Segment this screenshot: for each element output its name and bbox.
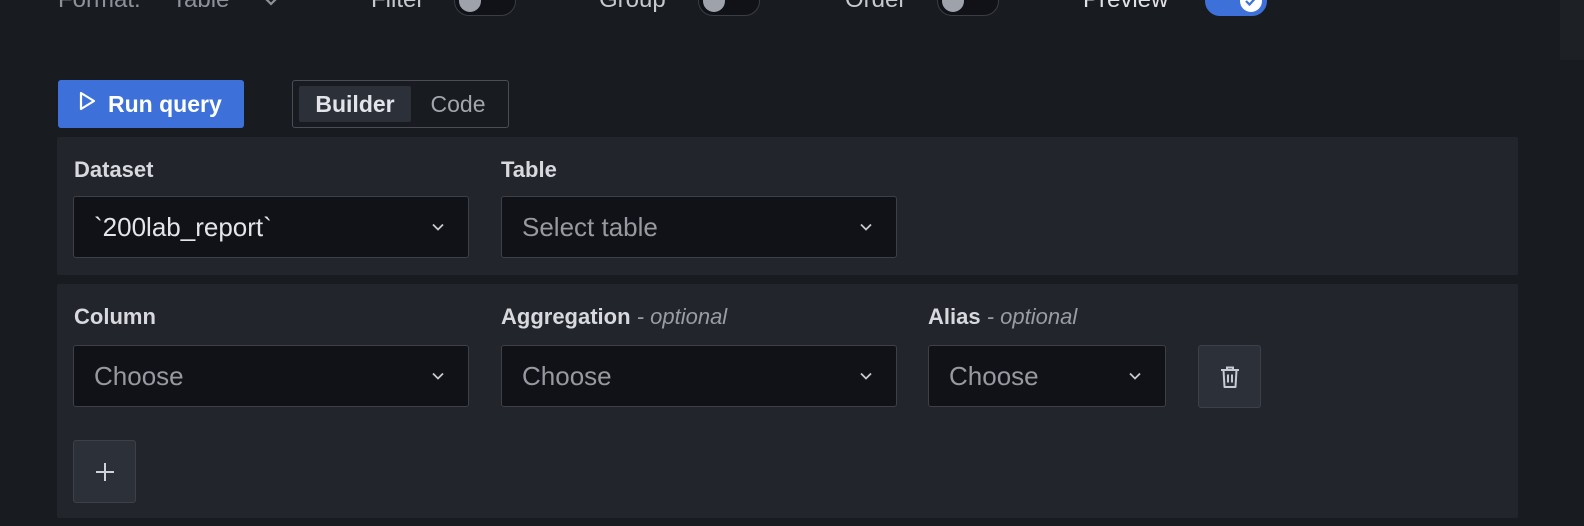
scrollbar[interactable] bbox=[1560, 0, 1584, 60]
source-panel: Dataset `200lab_report` Table Select tab… bbox=[57, 137, 1518, 275]
tab-builder[interactable]: Builder bbox=[299, 86, 411, 122]
dataset-label: Dataset bbox=[74, 157, 154, 182]
aggregation-label: Aggregation - optional bbox=[501, 304, 727, 330]
format-value[interactable]: Table bbox=[172, 0, 229, 14]
dataset-value: `200lab_report` bbox=[94, 211, 272, 242]
filter-label: Filter bbox=[371, 0, 424, 14]
chevron-down-icon bbox=[860, 372, 872, 380]
chevron-down-icon bbox=[1129, 372, 1141, 380]
mode-switch: Builder Code bbox=[292, 80, 509, 128]
column-label: Column bbox=[74, 304, 156, 329]
columns-panel: Column Choose Aggregation - optional Cho… bbox=[57, 284, 1518, 518]
plus-icon bbox=[95, 462, 114, 481]
group-toggle[interactable] bbox=[698, 0, 760, 16]
preview-toggle[interactable] bbox=[1205, 0, 1267, 16]
alias-label-text: Alias bbox=[928, 304, 981, 329]
table-placeholder: Select table bbox=[522, 211, 658, 242]
table-select[interactable]: Select table bbox=[501, 196, 897, 258]
optional-hint: - optional bbox=[986, 304, 1078, 329]
delete-column-button[interactable] bbox=[1198, 345, 1261, 408]
check-icon bbox=[1245, 0, 1256, 7]
toggle-knob bbox=[942, 0, 964, 12]
toggle-knob bbox=[703, 0, 725, 12]
chevron-down-icon bbox=[432, 223, 444, 231]
toggle-knob bbox=[459, 0, 481, 12]
order-toggle[interactable] bbox=[937, 0, 999, 16]
play-icon bbox=[76, 90, 98, 118]
dataset-select[interactable]: `200lab_report` bbox=[73, 196, 469, 258]
alias-placeholder: Choose bbox=[949, 360, 1039, 391]
optional-hint: - optional bbox=[636, 304, 728, 329]
tab-code[interactable]: Code bbox=[413, 86, 503, 122]
filter-toggle[interactable] bbox=[454, 0, 516, 16]
aggregation-label-text: Aggregation bbox=[501, 304, 631, 329]
add-column-button[interactable] bbox=[73, 440, 136, 503]
preview-label: Preview bbox=[1083, 0, 1168, 14]
aggregation-placeholder: Choose bbox=[522, 360, 612, 391]
trash-icon bbox=[1220, 366, 1239, 388]
aggregation-select[interactable]: Choose bbox=[501, 345, 897, 407]
chevron-down-icon[interactable] bbox=[262, 0, 280, 12]
chevron-down-icon bbox=[432, 372, 444, 380]
format-label: Format: bbox=[58, 0, 141, 14]
table-label: Table bbox=[501, 157, 557, 182]
chevron-down-icon bbox=[860, 223, 872, 231]
alias-label: Alias - optional bbox=[928, 304, 1077, 330]
group-label: Group bbox=[599, 0, 666, 14]
column-select[interactable]: Choose bbox=[73, 345, 469, 407]
run-query-label: Run query bbox=[108, 90, 222, 117]
toggle-knob bbox=[1240, 0, 1262, 12]
column-placeholder: Choose bbox=[94, 360, 184, 391]
run-query-button[interactable]: Run query bbox=[58, 80, 244, 128]
order-label: Order bbox=[845, 0, 906, 14]
alias-select[interactable]: Choose bbox=[928, 345, 1166, 407]
